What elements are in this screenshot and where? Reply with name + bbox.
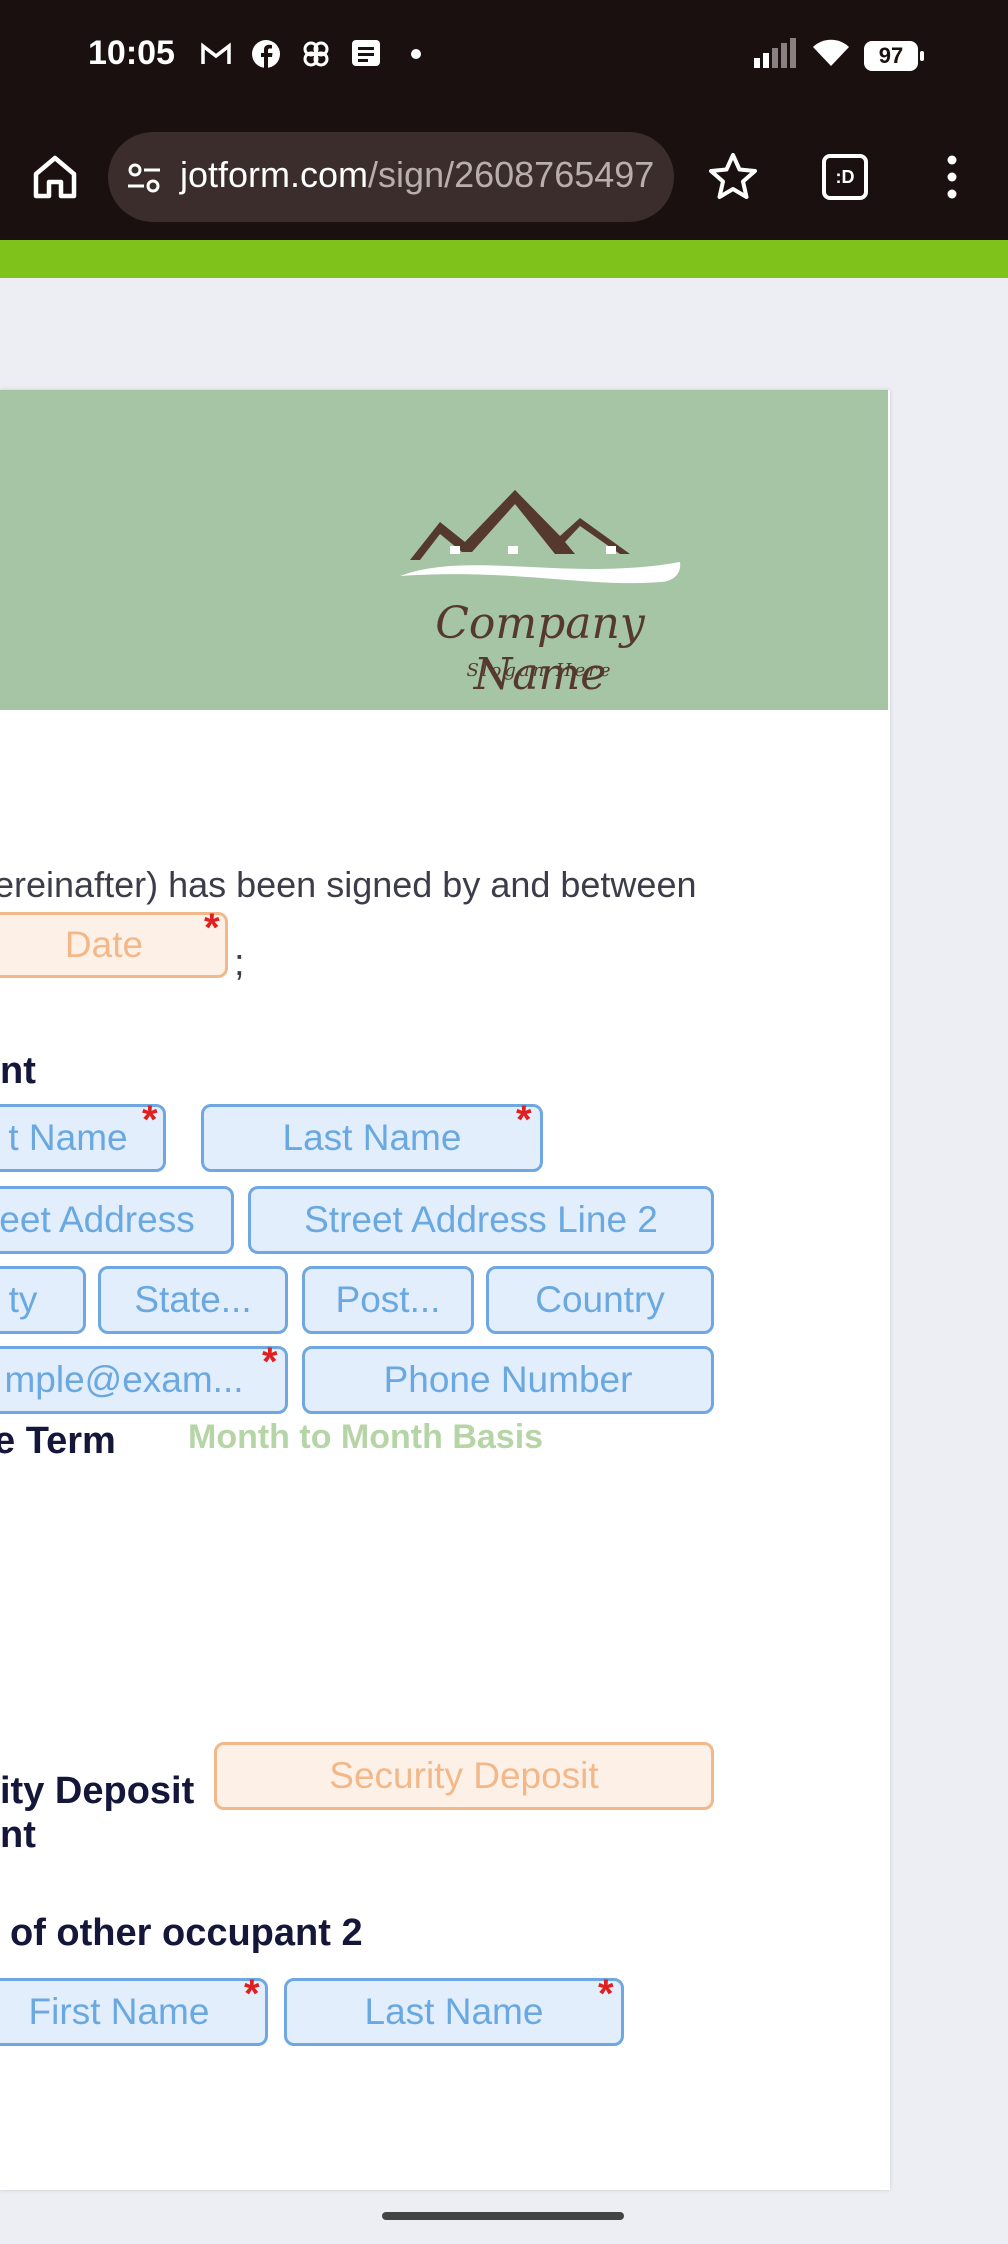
browser-toolbar: jotform.com/sign/2608765497 :D [0, 114, 1008, 240]
postal-code-placeholder: Post... [335, 1279, 441, 1320]
site-settings-icon[interactable] [126, 160, 162, 196]
form-document: Company Name Slogan Here ereinafter) has… [0, 390, 890, 2190]
form-header: Company Name Slogan Here [0, 390, 888, 710]
address-bar[interactable]: jotform.com/sign/2608765497 [108, 132, 674, 222]
tenant-section-label: nt [0, 1050, 36, 1092]
phone-number-field[interactable]: Phone Number [302, 1346, 714, 1414]
signal-icon [752, 38, 798, 73]
dot-icon [400, 38, 432, 70]
date-placeholder: Date [64, 924, 144, 965]
facebook-icon [250, 38, 282, 70]
occupant-first-name-field[interactable]: First Name [0, 1978, 268, 2046]
state-placeholder: State... [134, 1279, 252, 1320]
occupant-last-name-placeholder: Last Name [364, 1991, 544, 2032]
street-address-line2-placeholder: Street Address Line 2 [304, 1199, 658, 1240]
form-progress-bar [0, 240, 1008, 278]
required-marker: * [142, 1098, 158, 1142]
url-text: jotform.com/sign/2608765497 [180, 154, 654, 196]
home-indicator[interactable] [382, 2212, 624, 2220]
city-field[interactable]: ty [0, 1266, 86, 1334]
url-path: /sign/2608765497 [368, 154, 655, 195]
wifi-icon [812, 38, 850, 73]
gmail-icon [200, 38, 232, 70]
phone-number-placeholder: Phone Number [383, 1359, 633, 1400]
email-placeholder: mple@exam... [4, 1359, 244, 1400]
required-marker: * [204, 906, 220, 950]
intro-text: ereinafter) has been signed by and betwe… [0, 864, 697, 905]
required-marker: * [516, 1098, 532, 1142]
street-address-line2-field[interactable]: Street Address Line 2 [248, 1186, 714, 1254]
other-occupant-label: of other occupant 2 [10, 1912, 363, 1954]
status-right: 97 [752, 38, 924, 73]
semicolon: ; [234, 942, 245, 984]
pinwheel-icon [300, 38, 332, 70]
last-name-placeholder: Last Name [282, 1117, 462, 1158]
status-time: 10:05 [88, 34, 175, 72]
occupant-last-name-field[interactable]: Last Name [284, 1978, 624, 2046]
lease-term-label: e Term [0, 1420, 116, 1462]
occupant-first-name-placeholder: First Name [28, 1991, 210, 2032]
more-menu-icon[interactable] [940, 154, 964, 200]
home-icon[interactable] [30, 152, 80, 202]
first-name-placeholder: t Name [8, 1117, 128, 1158]
tab-switcher-button[interactable]: :D [822, 154, 868, 200]
security-deposit-label: ity Deposit [0, 1770, 195, 1812]
state-field[interactable]: State... [98, 1266, 288, 1334]
bookmark-star-icon[interactable] [706, 150, 760, 204]
security-deposit-label-line2: nt [0, 1814, 36, 1856]
message-icon [350, 38, 382, 70]
battery-icon: 97 [864, 40, 924, 71]
company-logo: Company Name Slogan Here [390, 490, 690, 700]
required-marker: * [262, 1340, 278, 1384]
country-field[interactable]: Country [486, 1266, 714, 1334]
company-name: Company Name [435, 598, 645, 700]
city-placeholder: ty [8, 1279, 38, 1320]
last-name-field[interactable]: Last Name [201, 1104, 543, 1172]
status-bar: 10:05 97 [0, 0, 1008, 114]
url-domain: jotform.com [180, 154, 369, 195]
security-deposit-field[interactable]: Security Deposit [214, 1742, 714, 1810]
street-address-field[interactable]: eet Address [0, 1186, 234, 1254]
company-slogan: Slogan Here [466, 660, 614, 681]
email-field[interactable]: mple@exam... [0, 1346, 288, 1414]
required-marker: * [598, 1972, 614, 2016]
required-marker: * [244, 1972, 260, 2016]
security-deposit-placeholder: Security Deposit [329, 1755, 599, 1796]
country-placeholder: Country [535, 1279, 665, 1320]
houses-logo-icon [400, 490, 681, 584]
street-address-placeholder: eet Address [0, 1199, 195, 1240]
postal-code-field[interactable]: Post... [302, 1266, 474, 1334]
date-field[interactable]: Date [0, 912, 228, 978]
lease-term-value: Month to Month Basis [188, 1418, 544, 1456]
notification-icons [200, 38, 432, 70]
